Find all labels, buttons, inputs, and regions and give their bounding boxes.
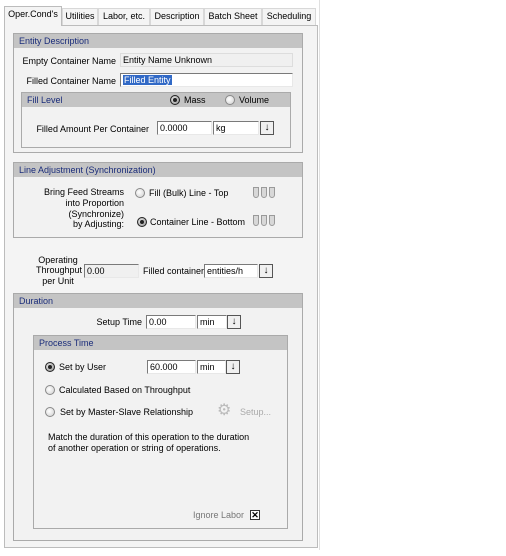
setup-time-unit-select[interactable]: min: [197, 315, 227, 329]
tab-scheduling[interactable]: Scheduling: [262, 8, 316, 25]
throughput-unit-dropdown-icon[interactable]: ↓: [259, 264, 273, 278]
gear-icon: ⚙: [217, 402, 232, 419]
master-slave-description-line1: Match the duration of this operation to …: [48, 432, 250, 442]
process-time-header: Process Time: [34, 336, 287, 350]
duration-header: Duration: [14, 294, 302, 308]
sync-prompt-line2: into Proportion: [65, 198, 124, 208]
entity-description-header: Entity Description: [14, 34, 302, 48]
container-line-bottom-label: Container Line - Bottom: [150, 217, 246, 227]
process-time-group: Process Time Set by User 60.000 min ↓ Ca…: [33, 335, 288, 529]
throughput-label-line3: per Unit: [42, 276, 74, 286]
line-adjustment-header: Line Adjustment (Synchronization): [14, 163, 302, 177]
process-time-unit-select[interactable]: min: [197, 360, 226, 374]
sync-prompt-line1: Bring Feed Streams: [43, 187, 124, 197]
tab-utilities[interactable]: Utilities: [62, 8, 98, 25]
duration-group: Duration Setup Time 0.00 min ↓ Process T…: [13, 293, 303, 541]
entity-description-group: Entity Description Empty Container Name …: [13, 33, 303, 153]
sync-prompt-line4: by Adjusting:: [72, 219, 124, 229]
setup-unit-dropdown-icon[interactable]: ↓: [227, 315, 241, 329]
set-by-user-radio[interactable]: [45, 362, 55, 372]
operation-dialog: Oper.Cond's Utilities Labor, etc. Descri…: [0, 0, 320, 550]
mass-radio[interactable]: [170, 95, 180, 105]
volume-radio[interactable]: [225, 95, 235, 105]
filled-container-label: Filled Container Name: [26, 76, 116, 86]
line-adjustment-group: Line Adjustment (Synchronization) Bring …: [13, 162, 303, 238]
amount-unit-dropdown-icon[interactable]: ↓: [260, 121, 274, 135]
filled-container-field[interactable]: Filled Entity: [120, 73, 293, 87]
empty-container-label: Empty Container Name: [22, 56, 116, 66]
calculated-throughput-label: Calculated Based on Throughput: [59, 385, 191, 395]
container-line-bottom-radio[interactable]: [137, 217, 147, 227]
empty-container-field: Entity Name Unknown: [120, 53, 293, 67]
ignore-labor-checkbox[interactable]: ✕: [250, 510, 260, 520]
process-time-field[interactable]: 60.000: [147, 360, 196, 374]
set-by-user-label: Set by User: [59, 362, 107, 372]
throughput-unit-select[interactable]: entities/h: [204, 264, 258, 278]
fill-line-top-radio[interactable]: [135, 188, 145, 198]
setup-time-field[interactable]: 0.00: [146, 315, 196, 329]
filled-amount-label: Filled Amount Per Container: [36, 124, 149, 134]
master-slave-description-line2: of another operation or string of operat…: [48, 443, 221, 453]
throughput-field: 0.00: [84, 264, 139, 278]
process-unit-dropdown-icon[interactable]: ↓: [226, 360, 240, 374]
volume-label: Volume: [239, 95, 270, 105]
tab-batch-sheet[interactable]: Batch Sheet: [204, 8, 262, 25]
filled-amount-field[interactable]: 0.0000: [157, 121, 212, 135]
filled-container-basis-label: Filled container: [143, 266, 205, 276]
ignore-labor-label: Ignore Labor: [193, 510, 245, 520]
master-slave-radio[interactable]: [45, 407, 55, 417]
throughput-label-line2: Throughput: [35, 265, 82, 275]
amount-unit-select[interactable]: kg: [213, 121, 259, 135]
tab-description[interactable]: Description: [150, 8, 204, 25]
setup-button[interactable]: Setup...: [240, 407, 271, 418]
setup-time-label: Setup Time: [96, 317, 142, 327]
fill-line-top-label: Fill (Bulk) Line - Top: [149, 188, 229, 198]
calculated-throughput-radio[interactable]: [45, 385, 55, 395]
tab-oper-conds[interactable]: Oper.Cond's: [4, 6, 62, 26]
master-slave-label: Set by Master-Slave Relationship: [60, 407, 194, 417]
mass-label: Mass: [184, 95, 206, 105]
fill-level-group: Fill Level Mass Volume Filled Amount Per…: [21, 92, 291, 148]
tab-labor[interactable]: Labor, etc.: [98, 8, 150, 25]
